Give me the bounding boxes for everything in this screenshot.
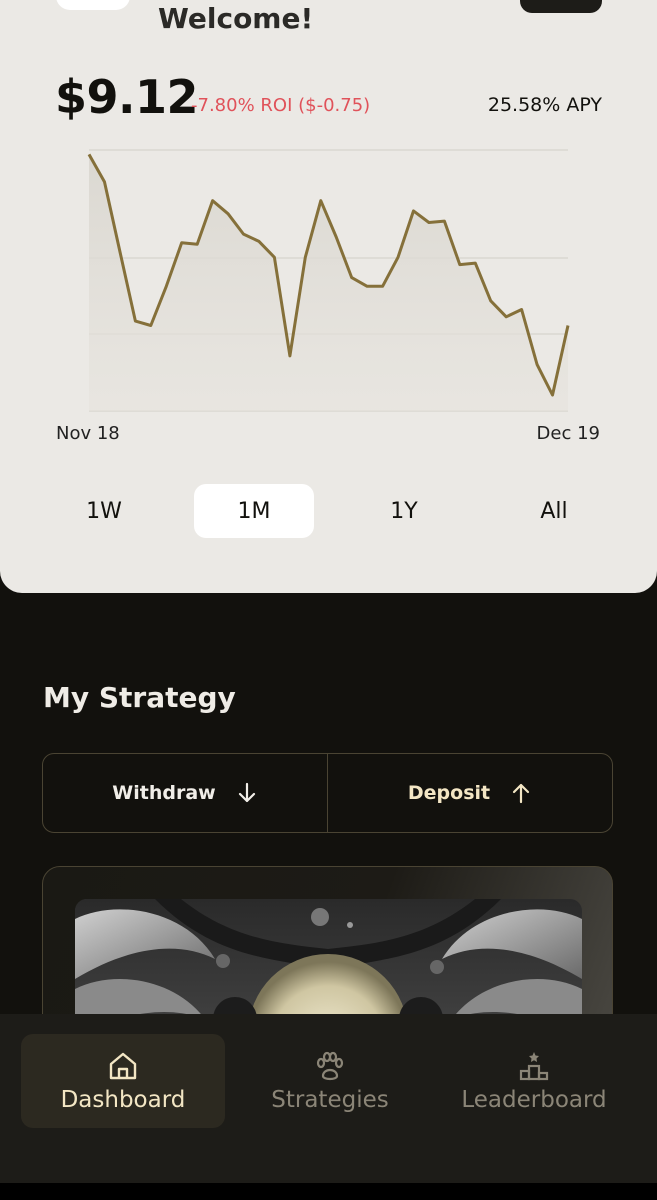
range-1y-button[interactable]: 1Y — [344, 484, 464, 538]
chart-area-fill — [89, 154, 568, 411]
withdraw-button[interactable]: Withdraw — [43, 754, 328, 832]
arrow-down-icon — [238, 782, 255, 803]
bottom-navigation: Dashboard Strategies Leaderboard — [0, 1014, 657, 1183]
portfolio-chart — [87, 149, 570, 412]
nav-strategies[interactable]: Strategies — [228, 1034, 432, 1128]
chart-start-date: Nov 18 — [56, 423, 120, 444]
balance-value: $9.12 — [55, 70, 199, 124]
range-1m-button[interactable]: 1M — [194, 484, 314, 538]
deposit-button[interactable]: Deposit — [328, 754, 612, 832]
nav-dashboard[interactable]: Dashboard — [21, 1034, 225, 1128]
podium-icon — [519, 1052, 549, 1081]
home-icon — [109, 1052, 137, 1080]
portfolio-card: Welcome! $9.12 -7.80% ROI ($-0.75) 25.58… — [0, 0, 657, 593]
range-selector: 1W 1M 1Y All — [44, 484, 614, 538]
nav-strategies-label: Strategies — [271, 1087, 389, 1113]
system-bar — [0, 1183, 657, 1200]
welcome-heading: Welcome! — [158, 2, 314, 35]
paw-icon — [316, 1051, 344, 1081]
avatar[interactable] — [56, 0, 130, 10]
range-all-button[interactable]: All — [494, 484, 614, 538]
nav-dashboard-label: Dashboard — [60, 1087, 186, 1113]
roi-value: -7.80% ROI ($-0.75) — [191, 95, 371, 116]
deposit-label: Deposit — [407, 782, 491, 804]
chart-end-date: Dec 19 — [536, 423, 600, 444]
menu-button[interactable] — [520, 0, 602, 13]
strategy-actions: Withdraw Deposit — [42, 753, 613, 833]
withdraw-label: Withdraw — [112, 782, 216, 804]
arrow-up-icon — [513, 783, 530, 804]
section-title: My Strategy — [43, 681, 236, 714]
apy-value: 25.58% APY — [487, 94, 602, 116]
nav-leaderboard[interactable]: Leaderboard — [432, 1034, 636, 1128]
nav-leaderboard-label: Leaderboard — [461, 1087, 607, 1113]
range-1w-button[interactable]: 1W — [44, 484, 164, 538]
